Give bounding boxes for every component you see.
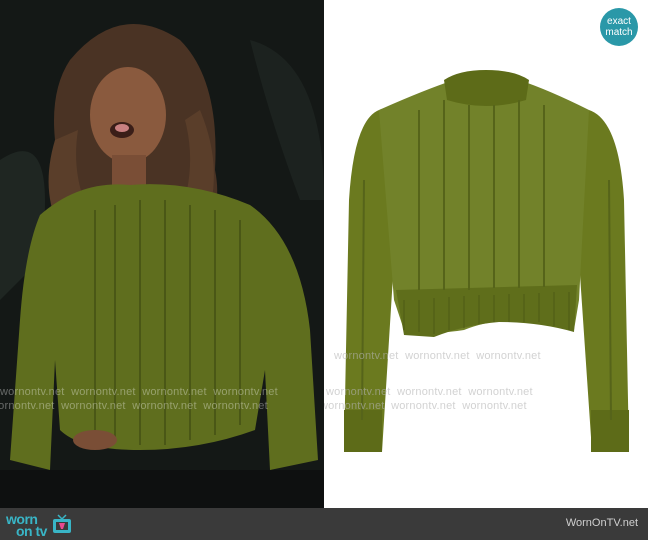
badge-line1: exact bbox=[607, 16, 631, 27]
badge-line2: match bbox=[605, 27, 633, 38]
product-photo: wornontv.net wornontv.net wornontv.net w… bbox=[324, 0, 648, 508]
green-sweater-illustration bbox=[344, 70, 629, 452]
tv-still-illustration bbox=[0, 0, 324, 508]
tv-still-photo: wornontv.net wornontv.net wornontv.net w… bbox=[0, 0, 324, 508]
wornontv-logo[interactable]: worn on tv bbox=[6, 512, 73, 538]
exact-match-badge: exact match bbox=[600, 8, 638, 46]
site-name[interactable]: WornOnTV.net bbox=[566, 517, 638, 529]
footer-bar: worn on tv WornOnTV.net bbox=[0, 508, 648, 540]
logo-text: worn on tv bbox=[6, 511, 47, 539]
tv-icon bbox=[52, 514, 71, 533]
